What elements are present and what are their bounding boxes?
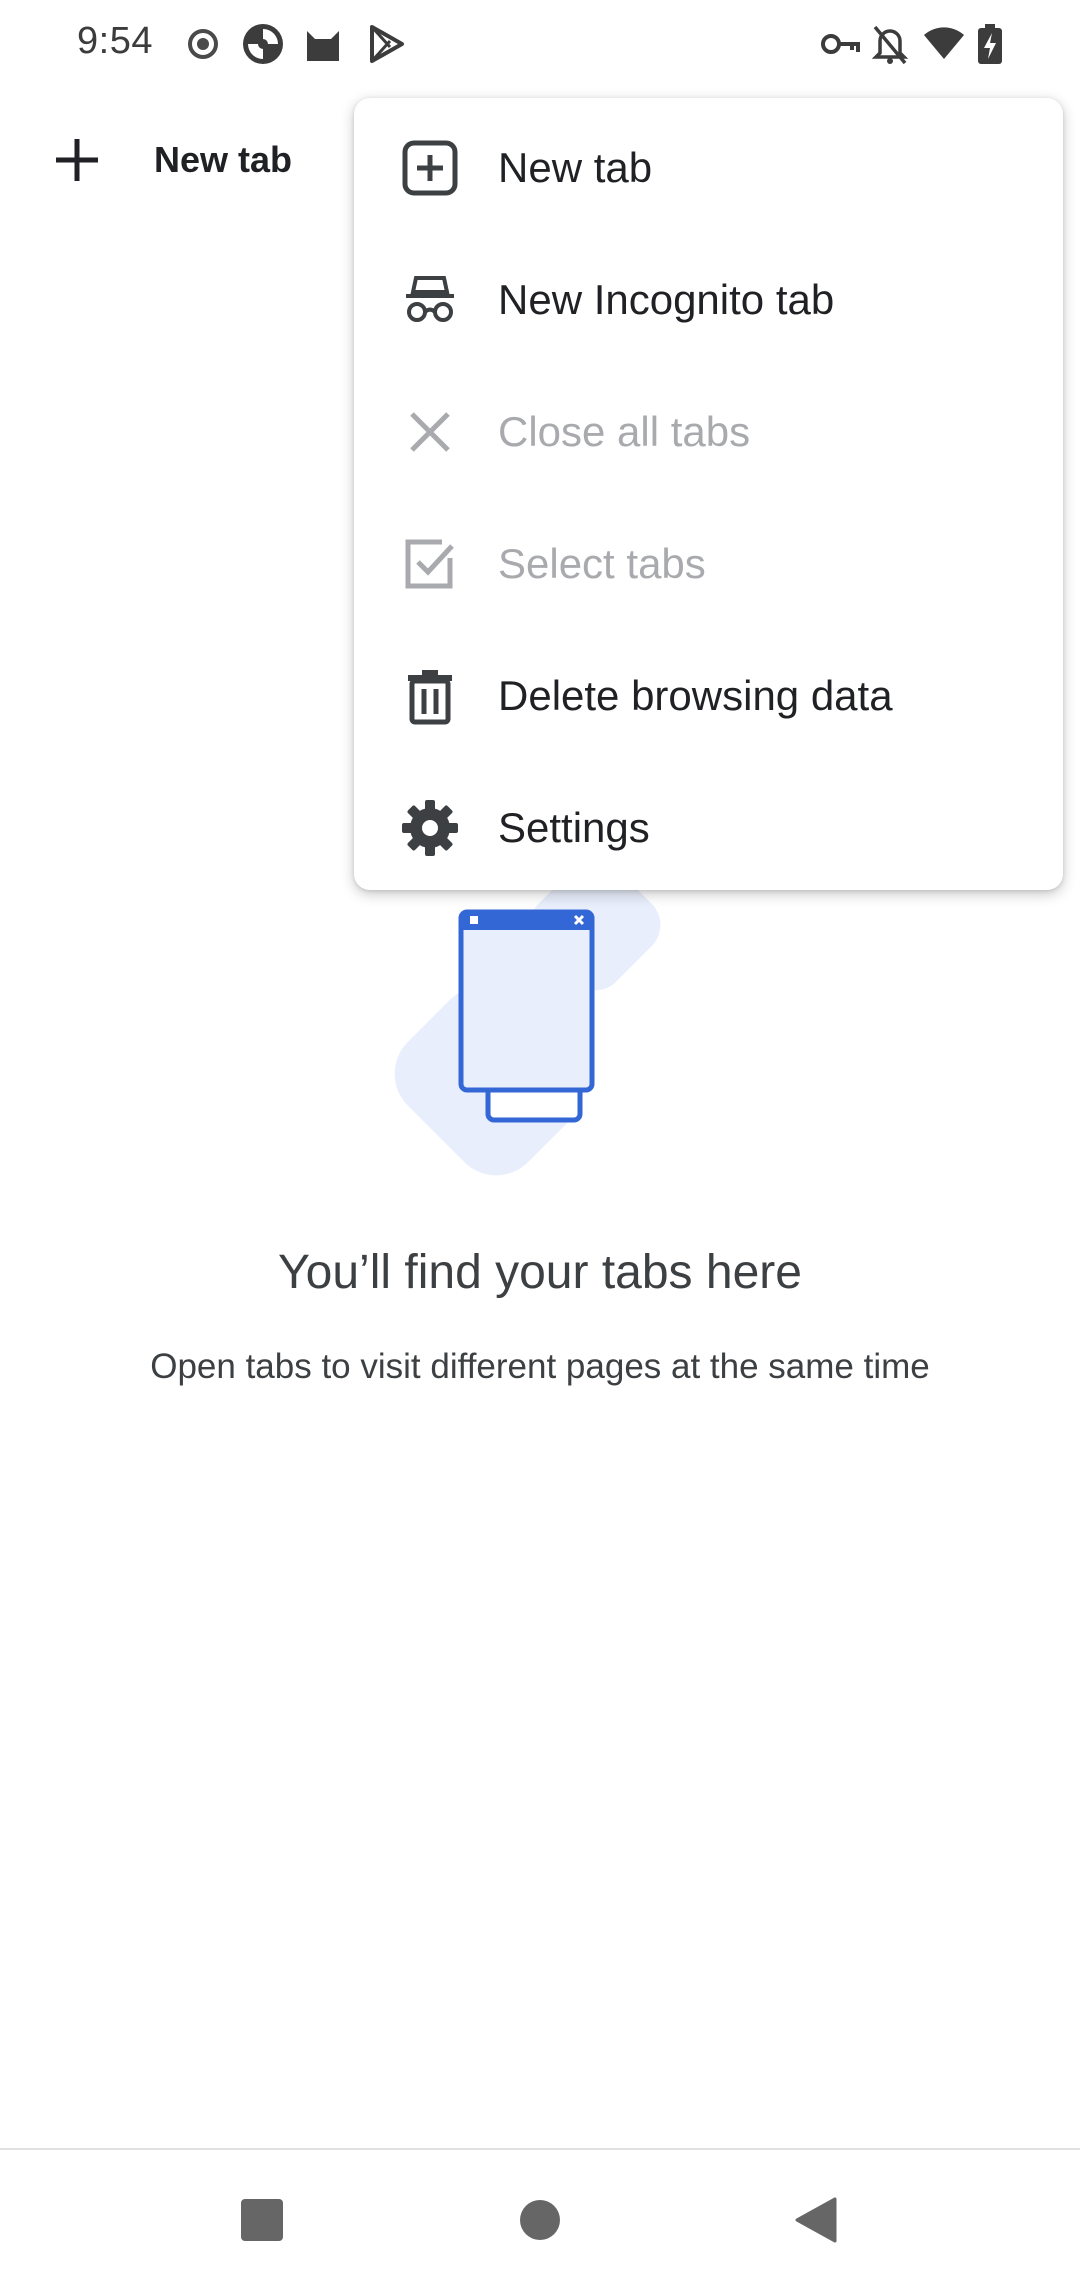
- record-icon: [185, 21, 221, 72]
- tab-switcher-screen: 9:54 New tab You’ll find your tabs here …: [0, 0, 1080, 2280]
- system-nav-bar: [0, 2150, 1080, 2280]
- incognito-icon: [398, 268, 462, 332]
- overflow-menu: New tab New Incognito tab Close all tabs…: [354, 98, 1063, 890]
- battery-charging-icon: [975, 21, 1005, 72]
- checkbox-icon: [398, 532, 462, 596]
- vpn-key-icon: [820, 21, 860, 72]
- gear-icon: [398, 796, 462, 860]
- menu-item-label: Select tabs: [498, 540, 706, 587]
- add-box-icon: [398, 136, 462, 200]
- trash-icon: [398, 664, 462, 728]
- toolbar-new-tab-label: New tab: [154, 139, 293, 180]
- menu-item-close-all-tabs[interactable]: Close all tabs: [354, 366, 1063, 498]
- cat-icon: [303, 21, 343, 72]
- close-icon: [398, 400, 462, 464]
- tabs-illustration: [360, 859, 720, 1180]
- menu-item-select-tabs[interactable]: Select tabs: [354, 498, 1063, 630]
- empty-state-title: You’ll find your tabs here: [278, 1246, 802, 1299]
- menu-item-label: Settings: [498, 804, 650, 851]
- home-icon[interactable]: [500, 2180, 580, 2260]
- menu-item-delete-browsing-data[interactable]: Delete browsing data: [354, 630, 1063, 762]
- menu-item-label: Close all tabs: [498, 408, 751, 455]
- play-store-icon: [366, 21, 408, 72]
- menu-item-new-tab[interactable]: New tab: [354, 102, 1063, 234]
- menu-item-label: New Incognito tab: [498, 276, 835, 323]
- menu-item-label: New tab: [498, 144, 653, 191]
- menu-item-new-incognito-tab[interactable]: New Incognito tab: [354, 234, 1063, 366]
- wifi-icon: [922, 21, 966, 72]
- menu-item-settings[interactable]: Settings: [354, 762, 1063, 894]
- status-bar: 9:54: [0, 0, 1080, 88]
- empty-state-subtitle: Open tabs to visit different pages at th…: [150, 1347, 930, 1386]
- back-icon[interactable]: [776, 2180, 856, 2260]
- menu-item-label: Delete browsing data: [498, 672, 893, 719]
- status-time: 9:54: [77, 20, 153, 62]
- recents-icon[interactable]: [222, 2180, 302, 2260]
- toolbar-new-tab-button[interactable]: New tab: [40, 118, 320, 202]
- app-icon: [240, 21, 286, 72]
- plus-icon: [40, 123, 114, 197]
- notifications-off-icon: [870, 21, 910, 72]
